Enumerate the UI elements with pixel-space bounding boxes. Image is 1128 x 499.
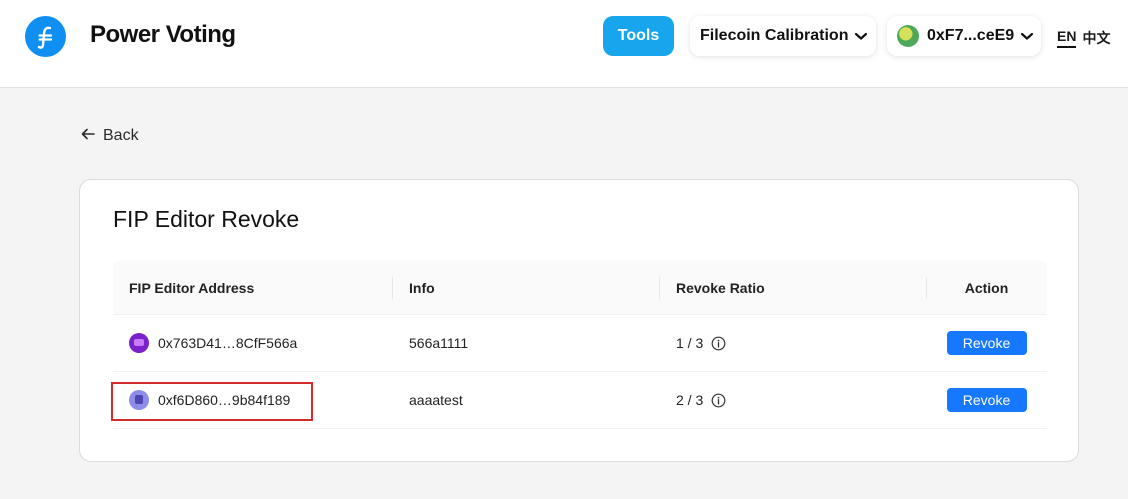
- column-header-info: Info: [409, 279, 435, 296]
- language-switcher: EN 中文: [1057, 28, 1110, 48]
- action-cell: Revoke: [926, 315, 1047, 371]
- column-header-ratio: Revoke Ratio: [676, 279, 765, 296]
- table-header: FIP Editor Address Info Revoke Ratio Act…: [113, 260, 1047, 315]
- network-label: Filecoin Calibration: [700, 27, 849, 44]
- chevron-down-icon: [1020, 31, 1034, 41]
- card-title: FIP Editor Revoke: [113, 206, 300, 232]
- editor-avatar: [129, 333, 149, 353]
- arrow-left-icon: [81, 127, 95, 145]
- back-label: Back: [103, 127, 139, 144]
- tools-button[interactable]: Tools: [603, 16, 674, 56]
- info-icon[interactable]: [711, 336, 726, 351]
- wallet-address: 0xF7...ceE9: [927, 27, 1015, 44]
- revoke-ratio: 2 / 3: [676, 392, 704, 408]
- ratio-cell: 2 / 3: [676, 372, 726, 428]
- top-nav-bar: Power Voting Tools Filecoin Calibration …: [0, 0, 1128, 88]
- address-cell: 0x763D41…8CfF566a: [129, 315, 297, 371]
- chevron-down-icon: [854, 31, 868, 41]
- back-link[interactable]: Back: [81, 127, 139, 145]
- column-header-action: Action: [964, 279, 1009, 296]
- highlight-box: [111, 382, 313, 421]
- lang-zh-option[interactable]: 中文: [1082, 28, 1110, 48]
- info-cell: 566a1111: [409, 335, 469, 351]
- wallet-avatar: [897, 25, 919, 47]
- column-divider: [392, 277, 393, 299]
- table-row: 0x763D41…8CfF566a 566a1111 1 / 3 Revoke: [113, 315, 1047, 372]
- lang-en-option[interactable]: EN: [1057, 28, 1077, 48]
- editor-address: 0x763D41…8CfF566a: [158, 335, 298, 351]
- info-cell: aaaatest: [409, 392, 463, 408]
- wallet-selector[interactable]: 0xF7...ceE9: [887, 16, 1041, 56]
- filecoin-logo-icon[interactable]: [25, 16, 66, 57]
- ratio-cell: 1 / 3: [676, 315, 726, 371]
- revoke-button[interactable]: Revoke: [946, 388, 1027, 412]
- revoke-ratio: 1 / 3: [676, 335, 704, 351]
- action-cell: Revoke: [926, 372, 1047, 428]
- app-title: Power Voting: [90, 21, 236, 48]
- column-divider: [659, 277, 660, 299]
- revoke-button[interactable]: Revoke: [946, 331, 1027, 355]
- network-selector[interactable]: Filecoin Calibration: [690, 16, 876, 56]
- info-icon[interactable]: [711, 393, 726, 408]
- column-header-address: FIP Editor Address: [129, 279, 255, 296]
